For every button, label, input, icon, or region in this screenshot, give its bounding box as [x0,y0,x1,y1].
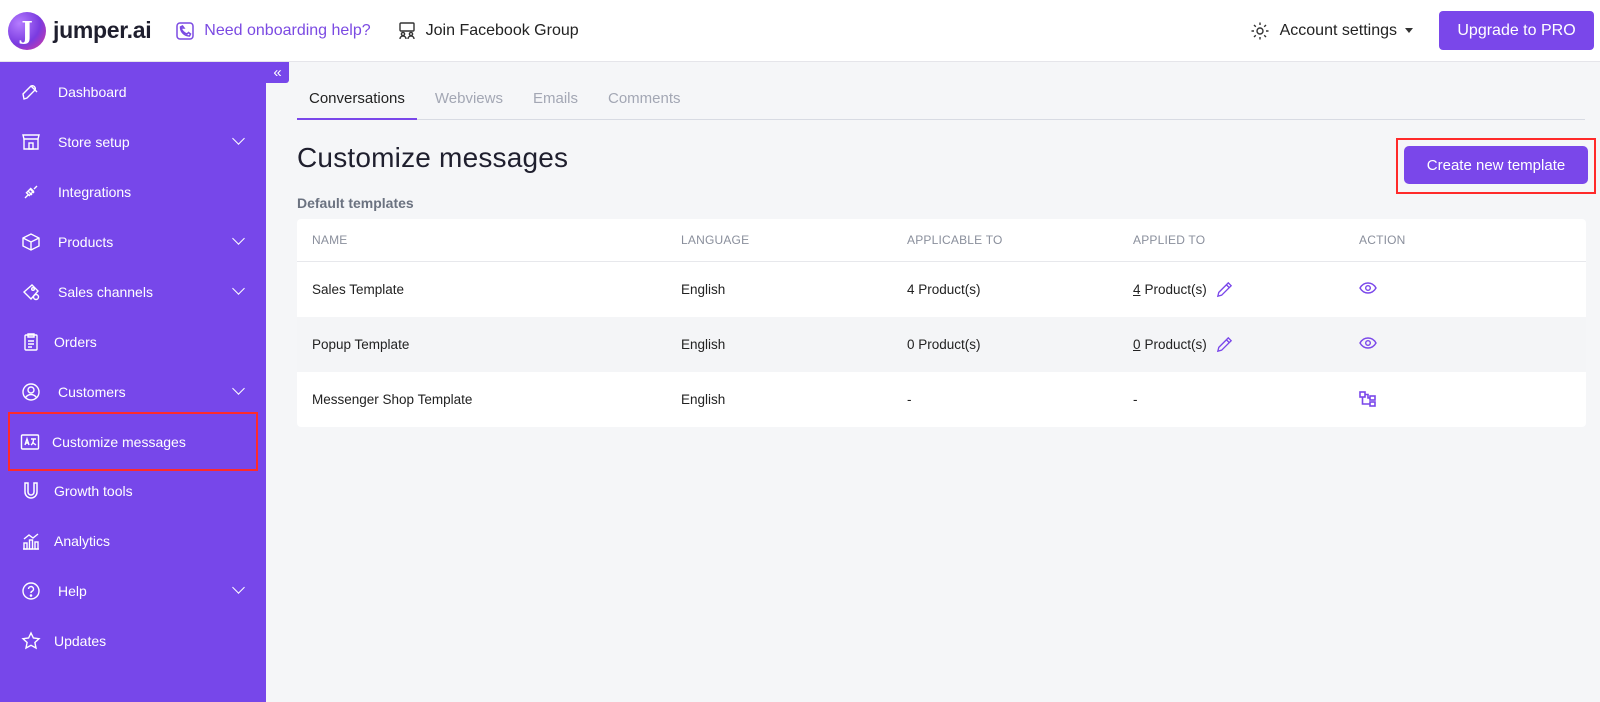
clipboard-icon [20,331,42,353]
sidebar-item-customers[interactable]: Customers [0,367,266,417]
template-applicable-to: 4 Product(s) [907,282,981,297]
sidebar-item-products[interactable]: Products [0,217,266,267]
sidebar-item-label: Dashboard [58,84,127,100]
eye-icon[interactable] [1359,337,1377,349]
sidebar-item-label: Customize messages [52,433,186,450]
sidebar-item-label: Orders [54,334,97,350]
sidebar-item-customize-messages[interactable]: Customize messages [8,412,258,471]
sidebar-item-integrations[interactable]: Integrations [0,167,266,217]
column-header-action: ACTION [1359,233,1406,247]
upgrade-to-pro-button[interactable]: Upgrade to PRO [1439,11,1594,50]
facebook-group-link[interactable]: Join Facebook Group [397,21,579,41]
tab-webviews[interactable]: Webviews [423,85,515,120]
template-applied-to: 4 Product(s) [1133,280,1359,299]
sidebar-item-label: Store setup [58,134,130,150]
applied-count-link[interactable]: 0 [1133,337,1141,352]
template-language: English [681,282,726,297]
page-title: Customize messages [297,142,569,173]
sidebar-item-store-setup[interactable]: Store setup [0,117,266,167]
create-new-template-button[interactable]: Create new template [1404,146,1588,184]
applied-suffix: Product(s) [1144,282,1207,297]
analytics-icon [20,530,42,552]
user-icon [20,381,42,403]
chevron-down-icon [232,382,245,395]
help-icon [20,580,42,602]
group-icon [398,21,415,39]
applied-count-link[interactable]: 4 [1133,282,1141,297]
account-settings-menu[interactable]: Account settings [1250,21,1413,41]
template-language: English [681,337,726,352]
sidebar-item-dashboard[interactable]: Dashboard [0,67,266,117]
sidebar-item-label: Integrations [58,184,132,200]
logo-mark: J [8,11,46,50]
table-row: Messenger Shop Template English - - [297,372,1586,427]
sidebar-item-help[interactable]: Help [0,566,266,616]
template-applied-to: - [1133,392,1138,407]
pencil-icon[interactable] [1215,280,1234,299]
sidebar-item-label: Updates [54,633,107,649]
facebook-group-label: Join Facebook Group [425,21,579,39]
star-icon [20,630,42,652]
template-applied-to: 0 Product(s) [1133,335,1359,354]
channels-icon [20,281,42,303]
sidebar-item-label: Help [58,583,87,599]
template-name: Popup Template [312,337,410,352]
sidebar-item-label: Growth tools [54,483,133,499]
sidebar-item-orders[interactable]: Orders [0,317,266,367]
column-header-applied-to: APPLIED TO [1133,233,1206,247]
applied-suffix: Product(s) [1144,337,1207,352]
template-applicable-to: 0 Product(s) [907,337,981,352]
tab-emails[interactable]: Emails [521,85,590,120]
table-row: Sales Template English 4 Product(s) 4 Pr… [297,262,1586,317]
plug-icon [20,181,42,203]
tab-conversations[interactable]: Conversations [297,85,417,120]
sidebar-item-sales-channels[interactable]: Sales channels [0,267,266,317]
template-applicable-to: - [907,392,912,407]
sidebar-item-label: Sales channels [58,284,153,300]
magnet-icon [20,480,42,502]
caret-down-icon [1405,28,1413,33]
column-header-applicable-to: APPLICABLE TO [907,233,1003,247]
account-settings-label: Account settings [1279,21,1397,39]
template-name: Messenger Shop Template [312,392,473,407]
create-template-highlight: Create new template [1396,138,1596,194]
onboarding-help-label: Need onboarding help? [204,21,371,39]
sidebar-item-label: Products [58,234,114,250]
sidebar-item-updates[interactable]: Updates [0,616,266,666]
section-label: Default templates [297,195,414,211]
brand-logo[interactable]: J jumper.ai [8,11,152,50]
rocket-icon [20,81,42,103]
flow-icon[interactable] [1359,390,1376,407]
sidebar-item-label: Analytics [54,533,111,549]
store-icon [20,131,42,153]
chevron-down-icon [232,282,245,295]
translate-icon [19,431,41,453]
sidebar-item-growth-tools[interactable]: Growth tools [0,466,266,516]
column-header-name: NAME [312,233,348,247]
template-name: Sales Template [312,282,405,297]
templates-table: NAME LANGUAGE APPLICABLE TO APPLIED TO A… [297,219,1586,427]
box-icon [20,231,42,253]
message-tabs: Conversations Webviews Emails Comments [297,85,1585,120]
eye-icon[interactable] [1359,282,1377,294]
table-header: NAME LANGUAGE APPLICABLE TO APPLIED TO A… [297,219,1586,262]
top-bar: J jumper.ai Need onboarding help? Join F… [0,0,1600,62]
template-language: English [681,392,726,407]
collapse-sidebar-icon[interactable]: « [266,62,289,83]
logo-text: jumper.ai [53,17,152,43]
sidebar-item-label: Customers [58,384,126,400]
chevron-down-icon [232,581,245,594]
pencil-icon[interactable] [1215,335,1234,354]
sidebar-item-analytics[interactable]: Analytics [0,516,266,566]
chevron-down-icon [232,232,245,245]
chevron-down-icon [232,132,245,145]
tab-comments[interactable]: Comments [596,85,693,120]
video-call-icon [176,21,195,40]
onboarding-help-link[interactable]: Need onboarding help? [175,21,371,41]
column-header-language: LANGUAGE [681,233,750,247]
gear-icon [1251,22,1269,39]
table-row: Popup Template English 0 Product(s) 0 Pr… [297,317,1586,372]
